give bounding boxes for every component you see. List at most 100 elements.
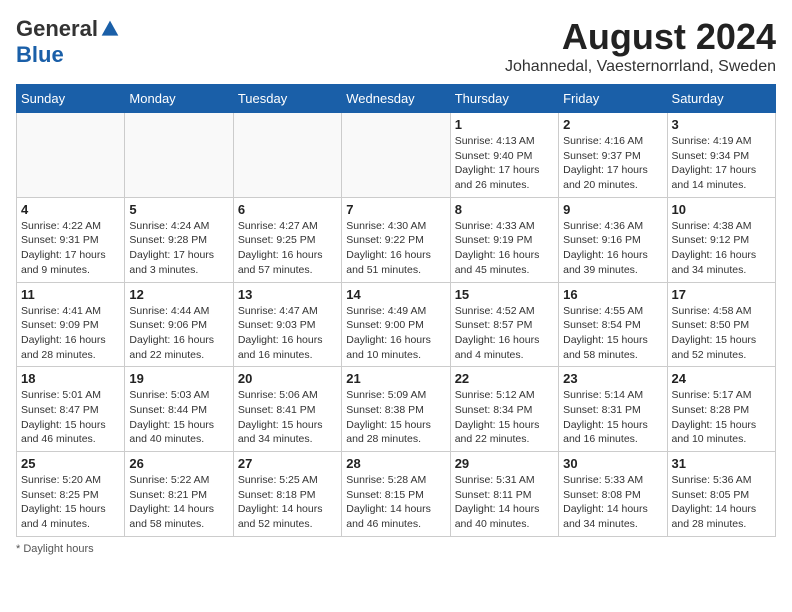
day-number: 21 [346, 371, 445, 386]
day-number: 12 [129, 287, 228, 302]
day-cell: 15 Sunrise: 4:52 AMSunset: 8:57 PMDayligh… [450, 282, 558, 367]
day-header-thursday: Thursday [450, 85, 558, 113]
footer-note: * Daylight hours [16, 543, 776, 555]
day-cell: 22 Sunrise: 5:12 AMSunset: 8:34 PMDayligh… [450, 367, 558, 452]
day-info: Sunrise: 5:25 AMSunset: 8:18 PMDaylight:… [238, 473, 337, 532]
day-cell: 14 Sunrise: 4:49 AMSunset: 9:00 PMDayligh… [342, 282, 450, 367]
day-cell: 21 Sunrise: 5:09 AMSunset: 8:38 PMDayligh… [342, 367, 450, 452]
day-cell: 23 Sunrise: 5:14 AMSunset: 8:31 PMDayligh… [559, 367, 667, 452]
day-info: Sunrise: 5:31 AMSunset: 8:11 PMDaylight:… [455, 473, 554, 532]
location: Johannedal, Vaesternorrland, Sweden [505, 58, 776, 76]
logo-general: General [16, 16, 98, 42]
day-info: Sunrise: 5:14 AMSunset: 8:31 PMDaylight:… [563, 388, 662, 447]
day-number: 26 [129, 456, 228, 471]
day-header-wednesday: Wednesday [342, 85, 450, 113]
day-info: Sunrise: 5:09 AMSunset: 8:38 PMDaylight:… [346, 388, 445, 447]
day-cell: 8Sunrise: 4:33 AMSunset: 9:19 PMDaylight… [450, 197, 558, 282]
day-info: Sunrise: 5:06 AMSunset: 8:41 PMDaylight:… [238, 388, 337, 447]
day-info: Sunrise: 4:13 AMSunset: 9:40 PMDaylight:… [455, 134, 554, 193]
day-info: Sunrise: 4:44 AMSunset: 9:06 PMDaylight:… [129, 304, 228, 363]
day-cell: 1 Sunrise: 4:13 AMSunset: 9:40 PMDaylight… [450, 113, 558, 198]
day-header-friday: Friday [559, 85, 667, 113]
day-number: 20 [238, 371, 337, 386]
day-number: 7 [346, 202, 445, 217]
day-cell: 2Sunrise: 4:16 AMSunset: 9:37 PMDaylight… [559, 113, 667, 198]
week-row-2: 4 Sunrise: 4:22 AMSunset: 9:31 PMDaylight… [17, 197, 776, 282]
day-number: 17 [672, 287, 771, 302]
day-cell: 28Sunrise: 5:28 AMSunset: 8:15 PMDayligh… [342, 452, 450, 537]
day-cell: 24 Sunrise: 5:17 AMSunset: 8:28 PMDayligh… [667, 367, 775, 452]
day-info: Sunrise: 5:17 AMSunset: 8:28 PMDaylight:… [672, 388, 771, 447]
day-header-tuesday: Tuesday [233, 85, 341, 113]
logo: General Blue [16, 16, 120, 68]
day-number: 24 [672, 371, 771, 386]
day-cell: 26Sunrise: 5:22 AMSunset: 8:21 PMDayligh… [125, 452, 233, 537]
day-cell: 17 Sunrise: 4:58 AMSunset: 8:50 PMDayligh… [667, 282, 775, 367]
day-info: Sunrise: 4:30 AMSunset: 9:22 PMDaylight:… [346, 219, 445, 278]
day-cell [125, 113, 233, 198]
day-info: Sunrise: 4:41 AMSunset: 9:09 PMDaylight:… [21, 304, 120, 363]
day-number: 22 [455, 371, 554, 386]
week-row-3: 11 Sunrise: 4:41 AMSunset: 9:09 PMDayligh… [17, 282, 776, 367]
day-header-sunday: Sunday [17, 85, 125, 113]
day-number: 11 [21, 287, 120, 302]
day-cell: 4 Sunrise: 4:22 AMSunset: 9:31 PMDaylight… [17, 197, 125, 282]
day-info: Sunrise: 5:12 AMSunset: 8:34 PMDaylight:… [455, 388, 554, 447]
calendar-table: SundayMondayTuesdayWednesdayThursdayFrid… [16, 84, 776, 537]
day-info: Sunrise: 4:58 AMSunset: 8:50 PMDaylight:… [672, 304, 771, 363]
day-number: 14 [346, 287, 445, 302]
day-number: 10 [672, 202, 771, 217]
day-info: Sunrise: 5:20 AMSunset: 8:25 PMDaylight:… [21, 473, 120, 532]
day-cell [342, 113, 450, 198]
day-number: 23 [563, 371, 662, 386]
day-number: 1 [455, 117, 554, 132]
day-number: 2 [563, 117, 662, 132]
logo-blue: Blue [16, 42, 64, 68]
day-cell: 12 Sunrise: 4:44 AMSunset: 9:06 PMDayligh… [125, 282, 233, 367]
header: General Blue August 2024 Johannedal, Vae… [16, 16, 776, 76]
day-number: 3 [672, 117, 771, 132]
days-header-row: SundayMondayTuesdayWednesdayThursdayFrid… [17, 85, 776, 113]
day-number: 31 [672, 456, 771, 471]
day-info: Sunrise: 4:36 AMSunset: 9:16 PMDaylight:… [563, 219, 662, 278]
day-info: Sunrise: 5:01 AMSunset: 8:47 PMDaylight:… [21, 388, 120, 447]
logo-icon [100, 19, 120, 39]
week-row-1: 1 Sunrise: 4:13 AMSunset: 9:40 PMDaylight… [17, 113, 776, 198]
day-number: 6 [238, 202, 337, 217]
day-info: Sunrise: 5:36 AMSunset: 8:05 PMDaylight:… [672, 473, 771, 532]
day-cell: 11 Sunrise: 4:41 AMSunset: 9:09 PMDayligh… [17, 282, 125, 367]
day-number: 4 [21, 202, 120, 217]
day-info: Sunrise: 4:33 AMSunset: 9:19 PMDaylight:… [455, 219, 554, 278]
day-cell: 9 Sunrise: 4:36 AMSunset: 9:16 PMDaylight… [559, 197, 667, 282]
day-cell: 29 Sunrise: 5:31 AMSunset: 8:11 PMDayligh… [450, 452, 558, 537]
day-cell: 20 Sunrise: 5:06 AMSunset: 8:41 PMDayligh… [233, 367, 341, 452]
day-cell [233, 113, 341, 198]
day-number: 9 [563, 202, 662, 217]
day-number: 16 [563, 287, 662, 302]
day-number: 15 [455, 287, 554, 302]
day-cell: 19 Sunrise: 5:03 AMSunset: 8:44 PMDayligh… [125, 367, 233, 452]
day-info: Sunrise: 4:38 AMSunset: 9:12 PMDaylight:… [672, 219, 771, 278]
day-info: Sunrise: 4:49 AMSunset: 9:00 PMDaylight:… [346, 304, 445, 363]
day-cell: 16Sunrise: 4:55 AMSunset: 8:54 PMDayligh… [559, 282, 667, 367]
day-number: 29 [455, 456, 554, 471]
day-header-monday: Monday [125, 85, 233, 113]
day-number: 19 [129, 371, 228, 386]
day-header-saturday: Saturday [667, 85, 775, 113]
day-cell: 18 Sunrise: 5:01 AMSunset: 8:47 PMDayligh… [17, 367, 125, 452]
day-info: Sunrise: 5:03 AMSunset: 8:44 PMDaylight:… [129, 388, 228, 447]
day-cell: 5Sunrise: 4:24 AMSunset: 9:28 PMDaylight… [125, 197, 233, 282]
day-cell: 6Sunrise: 4:27 AMSunset: 9:25 PMDaylight… [233, 197, 341, 282]
day-info: Sunrise: 4:52 AMSunset: 8:57 PMDaylight:… [455, 304, 554, 363]
day-info: Sunrise: 4:24 AMSunset: 9:28 PMDaylight:… [129, 219, 228, 278]
day-cell: 25Sunrise: 5:20 AMSunset: 8:25 PMDayligh… [17, 452, 125, 537]
day-cell: 10 Sunrise: 4:38 AMSunset: 9:12 PMDayligh… [667, 197, 775, 282]
day-number: 27 [238, 456, 337, 471]
title-area: August 2024 Johannedal, Vaesternorrland,… [505, 16, 776, 76]
day-number: 18 [21, 371, 120, 386]
day-cell: 27 Sunrise: 5:25 AMSunset: 8:18 PMDayligh… [233, 452, 341, 537]
day-number: 30 [563, 456, 662, 471]
day-cell: 7 Sunrise: 4:30 AMSunset: 9:22 PMDaylight… [342, 197, 450, 282]
day-cell [17, 113, 125, 198]
day-info: Sunrise: 4:22 AMSunset: 9:31 PMDaylight:… [21, 219, 120, 278]
